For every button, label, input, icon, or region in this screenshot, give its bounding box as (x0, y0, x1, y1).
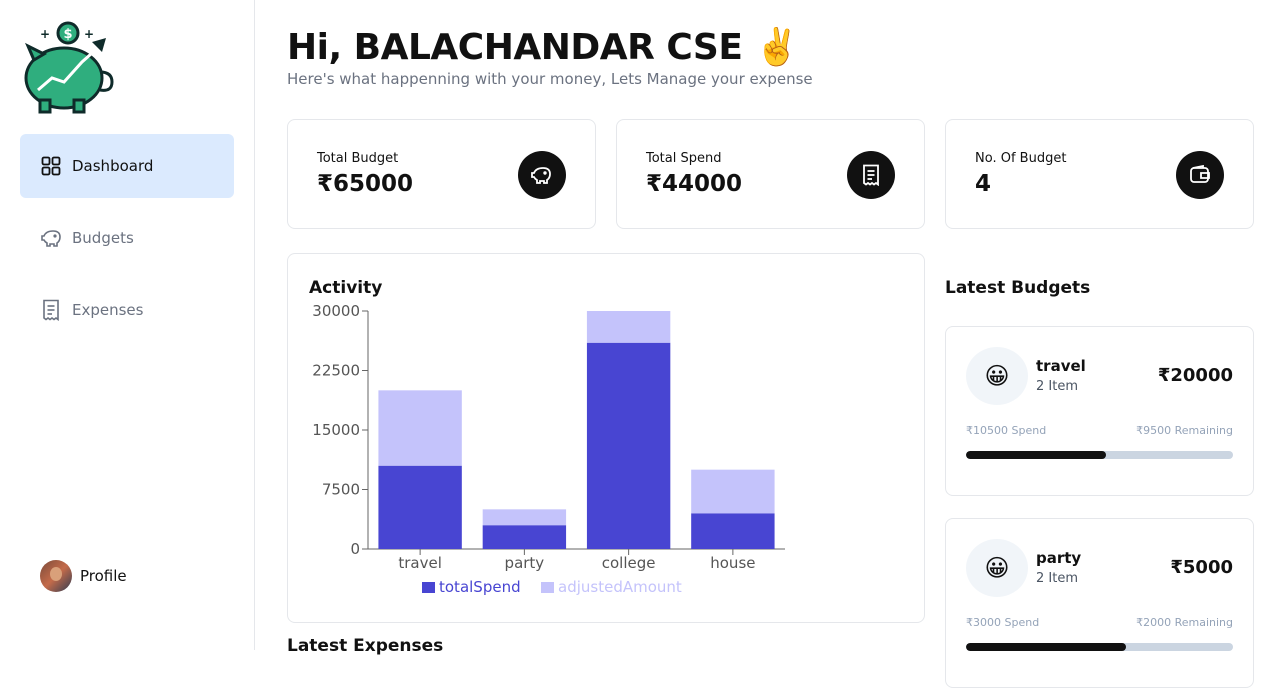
main-content: Hi, BALACHANDAR CSE ✌️ Here's what happe… (287, 0, 1255, 688)
budget-emoji: 😀 (966, 347, 1028, 405)
y-tick-label: 15000 (312, 421, 360, 439)
budget-remaining: ₹9500 Remaining (1136, 424, 1233, 437)
budget-spend: ₹3000 Spend (966, 616, 1040, 629)
budget-progress-bar (966, 451, 1233, 459)
y-tick-label: 30000 (312, 302, 360, 320)
total-budget-card: Total Budget ₹65000 (287, 119, 596, 229)
x-tick-label: house (710, 554, 755, 572)
profile-button[interactable]: Profile (40, 560, 127, 592)
sidebar-item-budgets[interactable]: Budgets (20, 206, 234, 270)
profile-label: Profile (80, 567, 127, 585)
budget-remaining: ₹2000 Remaining (1136, 616, 1233, 629)
bar-totalSpend-college (586, 342, 671, 549)
page-subtitle: Here's what happenning with your money, … (287, 70, 813, 88)
budget-item-count: 2 Item (1036, 379, 1078, 394)
svg-text:$: $ (63, 27, 72, 42)
avatar (40, 560, 72, 592)
budget-progress-fill (966, 451, 1107, 459)
budget-name: travel (1036, 357, 1086, 375)
sidebar-item-label: Dashboard (72, 157, 154, 175)
x-tick-label: college (602, 554, 656, 572)
bar-adjustedAmount-house (691, 469, 775, 514)
bar-totalSpend-party (482, 525, 567, 549)
budget-card-party[interactable]: 😀 party 2 Item ₹5000 ₹3000 Spend ₹2000 R… (945, 518, 1254, 688)
bar-adjustedAmount-travel (378, 390, 462, 466)
y-tick-label: 7500 (322, 481, 360, 499)
latest-budgets-title: Latest Budgets (945, 278, 1091, 298)
legend-swatch-totalSpend (422, 582, 435, 593)
x-tick-label: travel (398, 554, 442, 572)
budget-spend: ₹10500 Spend (966, 424, 1047, 437)
budget-count-card: No. Of Budget 4 (945, 119, 1254, 229)
latest-expenses-title: Latest Expenses (287, 636, 444, 656)
bar-adjustedAmount-college (586, 311, 671, 343)
piggy-bank-icon (40, 227, 62, 249)
x-tick-label: party (505, 554, 545, 572)
total-spend-card: Total Spend ₹44000 (616, 119, 925, 229)
sidebar-item-expenses[interactable]: Expenses (20, 278, 234, 342)
bar-totalSpend-travel (378, 465, 462, 549)
bar-totalSpend-house (691, 513, 775, 549)
svg-text:+: + (40, 27, 50, 41)
sidebar-item-label: Expenses (72, 301, 144, 319)
budget-amount: ₹20000 (1157, 365, 1233, 386)
sidebar-item-dashboard[interactable]: Dashboard (20, 134, 234, 198)
piggy-bank-icon (518, 151, 566, 199)
card-value: 4 (975, 171, 992, 197)
budget-name: party (1036, 549, 1082, 567)
budget-emoji: 😀 (966, 539, 1028, 597)
bar-adjustedAmount-party (482, 509, 567, 526)
dashboard-grid-icon (40, 155, 62, 177)
card-label: Total Spend (646, 151, 722, 166)
legend-swatch-adjustedAmount (541, 582, 554, 593)
card-value: ₹65000 (317, 171, 414, 197)
legend-label-totalSpend: totalSpend (439, 578, 521, 596)
activity-bar-chart: 0 7500 15000 22500 30000 travel party college ho… (312, 302, 785, 596)
card-value: ₹44000 (646, 171, 743, 197)
card-label: No. Of Budget (975, 151, 1067, 166)
activity-chart-card: Activity 0 7500 15000 22500 30000 travel party… (287, 253, 925, 623)
y-tick-label: 22500 (312, 362, 360, 380)
sidebar-item-label: Budgets (72, 229, 134, 247)
budget-item-count: 2 Item (1036, 571, 1078, 586)
budget-card-travel[interactable]: 😀 travel 2 Item ₹20000 ₹10500 Spend ₹950… (945, 326, 1254, 496)
page-title: Hi, BALACHANDAR CSE ✌️ (287, 27, 799, 68)
legend-label-adjustedAmount: adjustedAmount (558, 578, 682, 596)
card-label: Total Budget (317, 151, 399, 166)
svg-text:+: + (84, 27, 94, 41)
y-tick-label: 0 (350, 540, 360, 558)
receipt-icon (847, 151, 895, 199)
piggy-bank-logo[interactable]: $ + + (20, 20, 116, 114)
wallet-icon (1176, 151, 1224, 199)
sidebar: $ + + Dashboard Budgets Expenses Profile (0, 0, 255, 650)
budget-amount: ₹5000 (1170, 557, 1233, 578)
receipt-icon (40, 299, 62, 321)
